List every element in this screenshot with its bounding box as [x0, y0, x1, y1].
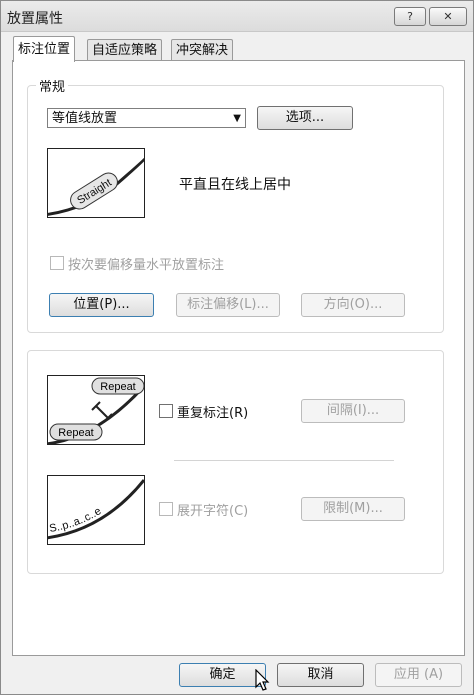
close-button[interactable]: ✕	[429, 7, 467, 26]
ok-button[interactable]: 确定	[179, 663, 266, 687]
limit-button[interactable]: 限制(M)...	[301, 497, 405, 521]
tab-label-position[interactable]: 标注位置	[13, 36, 76, 62]
placement-select-value: 等值线放置	[52, 111, 118, 126]
title-bar: 放置属性 ? ✕	[1, 1, 473, 32]
apply-button[interactable]: 应用 (A)	[375, 663, 462, 687]
position-button[interactable]: 位置(P)...	[49, 293, 154, 317]
spread-preview-graphic: S..p..a..c..e	[48, 479, 144, 540]
direction-button[interactable]: 方向(O)...	[301, 293, 405, 317]
placement-description: 平直且在线上居中	[179, 177, 291, 193]
tab-fitting-strategy[interactable]: 自适应策略	[87, 39, 163, 61]
general-group: 常规 等值线放置 ▼ 选项... Straight 平直且在线上居中 按次要偏移…	[27, 76, 444, 333]
straight-preview: Straight	[47, 148, 145, 218]
repeat-preview-graphic: Repeat Repeat	[48, 377, 144, 444]
repeat-spread-group: Repeat Repeat 重复标注(R) 间隔(I)... S..p..a..…	[27, 350, 444, 574]
spread-preview: S..p..a..c..e	[47, 475, 145, 545]
repeat-preview: Repeat Repeat	[47, 375, 145, 445]
close-icon: ✕	[443, 10, 453, 23]
dialog-title: 放置属性	[7, 11, 63, 27]
spread-checkbox[interactable]	[159, 502, 173, 516]
spread-checkbox-label: 展开字符(C)	[177, 504, 249, 519]
dialog-window: 放置属性 ? ✕ 标注位置 自适应策略 冲突解决 常规 等值线放置 ▼ 选项..…	[0, 0, 474, 695]
preview-word-repeat-bottom: Repeat	[58, 427, 93, 439]
straight-preview-graphic: Straight	[48, 157, 144, 216]
dropdown-arrow-icon: ▼	[233, 113, 241, 124]
label-offset-button[interactable]: 标注偏移(L)...	[176, 293, 280, 317]
offset-checkbox-label: 按次要偏移量水平放置标注	[68, 258, 225, 273]
interval-button[interactable]: 间隔(I)...	[301, 399, 405, 423]
repeat-checkbox-label: 重复标注(R)	[177, 406, 249, 421]
section-divider	[174, 460, 394, 461]
tab-conflict-resolution[interactable]: 冲突解决	[171, 39, 234, 61]
general-legend: 常规	[36, 76, 69, 95]
preview-word-repeat-top: Repeat	[100, 381, 135, 393]
mouse-pointer-icon	[255, 669, 270, 691]
offset-checkbox[interactable]	[50, 256, 64, 270]
repeat-checkbox[interactable]	[159, 404, 173, 418]
help-button[interactable]: ?	[394, 7, 426, 26]
placement-select[interactable]: 等值线放置 ▼	[47, 108, 246, 128]
cancel-button[interactable]: 取消	[277, 663, 364, 687]
help-icon: ?	[407, 10, 413, 23]
tab-panel: 常规 等值线放置 ▼ 选项... Straight 平直且在线上居中 按次要偏移…	[12, 60, 465, 656]
options-button[interactable]: 选项...	[257, 106, 353, 130]
